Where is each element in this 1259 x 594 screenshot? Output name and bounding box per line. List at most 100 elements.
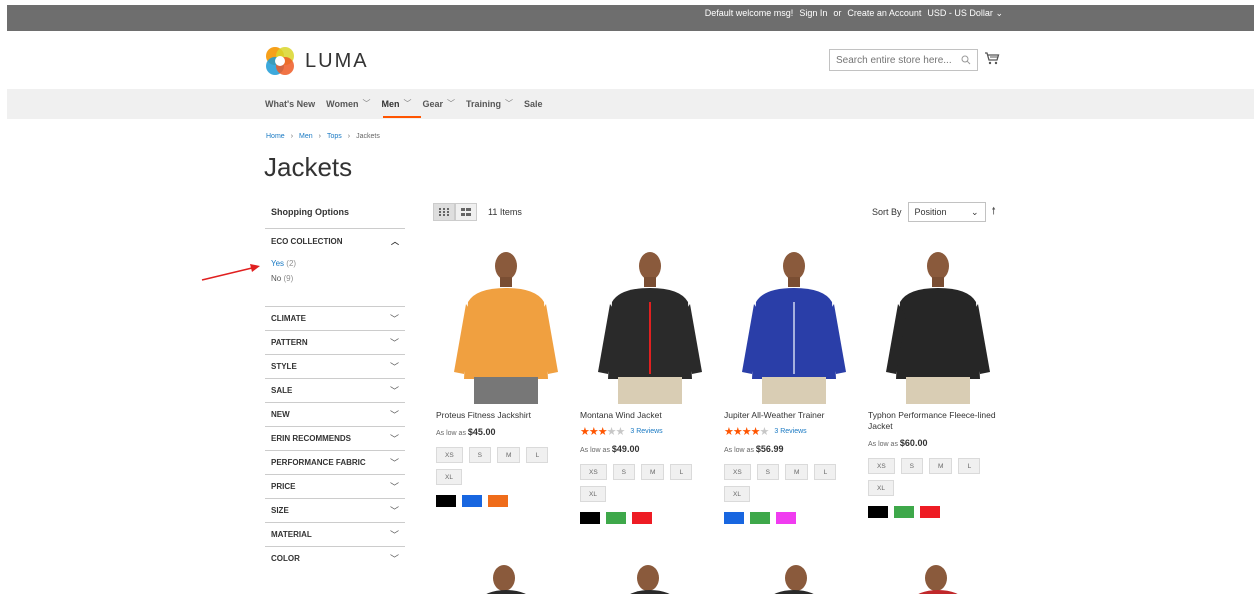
filter-label: SALE xyxy=(271,386,293,395)
panel-links: Default welcome msg! Sign In or Create a… xyxy=(705,8,1003,19)
cart-icon[interactable] xyxy=(984,50,1000,66)
sort-direction-icon[interactable]: 🠕 xyxy=(992,204,996,221)
filter-size[interactable]: SIZE ﹀ xyxy=(265,498,405,522)
nav-item-women[interactable]: Women ﹀ xyxy=(326,98,370,109)
product-price: As low as $45.00 xyxy=(436,427,576,437)
size-swatches: XS S M L XL xyxy=(580,464,700,502)
size-option[interactable]: XS xyxy=(868,458,895,474)
filter-performance-fabric[interactable]: PERFORMANCE FABRIC ﹀ xyxy=(265,450,405,474)
breadcrumb-men[interactable]: Men xyxy=(299,133,313,140)
filter-color[interactable]: COLOR ﹀ xyxy=(265,546,405,570)
product-image-next-row[interactable] xyxy=(868,562,1008,594)
size-option[interactable]: M xyxy=(785,464,809,480)
color-option[interactable] xyxy=(724,512,744,524)
size-option[interactable]: XS xyxy=(724,464,751,480)
size-option[interactable]: S xyxy=(756,464,780,480)
filter-pattern[interactable]: PATTERN ﹀ xyxy=(265,330,405,354)
filter-price[interactable]: PRICE ﹀ xyxy=(265,474,405,498)
reviews-link[interactable]: 3 Reviews xyxy=(774,428,806,435)
breadcrumb-home[interactable]: Home xyxy=(266,133,285,140)
search-input[interactable] xyxy=(836,54,958,66)
product-image-next-row[interactable] xyxy=(580,562,720,594)
filter-climate[interactable]: CLIMATE ﹀ xyxy=(265,306,405,330)
rating-stars: ★★★★★ xyxy=(724,425,770,438)
option-count: (2) xyxy=(286,259,297,268)
size-option[interactable]: L xyxy=(670,464,693,480)
filter-eco-collection-header[interactable]: ECO COLLECTION ︿ xyxy=(271,229,399,253)
size-option[interactable]: XL xyxy=(436,469,462,485)
product-image-next-row[interactable] xyxy=(724,562,864,594)
nav-item-men[interactable]: Men ﹀ xyxy=(382,98,412,109)
product-name-link[interactable]: Jupiter All-Weather Trainer xyxy=(724,410,864,421)
color-option[interactable] xyxy=(920,506,940,518)
filter-new[interactable]: NEW ﹀ xyxy=(265,402,405,426)
filter-material[interactable]: MATERIAL ﹀ xyxy=(265,522,405,546)
nav-item-sale[interactable]: Sale xyxy=(524,98,543,109)
color-option[interactable] xyxy=(580,512,600,524)
size-option[interactable]: XL xyxy=(580,486,606,502)
size-option[interactable]: M xyxy=(497,447,521,463)
color-option[interactable] xyxy=(750,512,770,524)
size-option[interactable]: L xyxy=(958,458,981,474)
color-swatches xyxy=(580,512,720,524)
product-name-link[interactable]: Proteus Fitness Jackshirt xyxy=(436,410,576,421)
product-photo[interactable] xyxy=(580,244,720,404)
sort-select[interactable]: Position ⌄ xyxy=(907,202,986,222)
filter-option-yes[interactable]: Yes (2) xyxy=(271,259,399,268)
product-image[interactable] xyxy=(724,244,864,404)
size-option[interactable]: L xyxy=(526,447,549,463)
color-option[interactable] xyxy=(632,512,652,524)
color-option[interactable] xyxy=(462,495,482,507)
nav-item-gear[interactable]: Gear ﹀ xyxy=(423,98,456,109)
color-option[interactable] xyxy=(436,495,456,507)
size-option[interactable]: XS xyxy=(580,464,607,480)
sign-in-link[interactable]: Sign In xyxy=(799,8,827,19)
filter-option-no[interactable]: No (9) xyxy=(271,274,399,283)
color-option[interactable] xyxy=(776,512,796,524)
product-image-next-row[interactable] xyxy=(436,562,576,594)
product-image[interactable] xyxy=(868,244,1008,404)
product-card: Proteus Fitness Jackshirt As low as $45.0… xyxy=(436,244,576,507)
color-option[interactable] xyxy=(894,506,914,518)
size-option[interactable]: S xyxy=(468,447,492,463)
filter-style[interactable]: STYLE ﹀ xyxy=(265,354,405,378)
size-option[interactable]: M xyxy=(929,458,953,474)
currency-switcher[interactable]: USD - US Dollar ⌄ xyxy=(927,8,1003,19)
logo[interactable]: LUMA xyxy=(264,46,369,76)
reviews-link[interactable]: 3 Reviews xyxy=(630,428,662,435)
product-photo[interactable] xyxy=(436,244,576,404)
search-icon[interactable] xyxy=(961,55,971,65)
size-swatches: XS S M L XL xyxy=(724,464,844,502)
nav-item-training[interactable]: Training ﹀ xyxy=(466,98,513,109)
product-photo[interactable] xyxy=(868,244,1008,404)
color-option[interactable] xyxy=(868,506,888,518)
breadcrumb-tops[interactable]: Tops xyxy=(327,133,342,140)
filter-sale[interactable]: SALE ﹀ xyxy=(265,378,405,402)
star-icon: ★ xyxy=(580,426,590,438)
star-icon: ★ xyxy=(724,426,734,438)
search-box[interactable] xyxy=(829,49,978,71)
size-option[interactable]: XS xyxy=(436,447,463,463)
filter-erin-recommends[interactable]: ERIN RECOMMENDS ﹀ xyxy=(265,426,405,450)
view-mode-switcher xyxy=(433,203,477,221)
size-option[interactable]: S xyxy=(612,464,636,480)
nav-item-whats-new[interactable]: What's New xyxy=(265,98,315,109)
color-option[interactable] xyxy=(606,512,626,524)
size-option[interactable]: M xyxy=(641,464,665,480)
product-photo[interactable] xyxy=(724,244,864,404)
product-name-link[interactable]: Montana Wind Jacket xyxy=(580,410,720,421)
or-text: or xyxy=(833,8,842,18)
size-option[interactable]: XL xyxy=(868,480,894,496)
grid-mode-button[interactable] xyxy=(433,203,455,221)
color-option[interactable] xyxy=(488,495,508,507)
chevron-down-icon: ﹀ xyxy=(389,386,399,396)
product-image[interactable] xyxy=(580,244,720,404)
product-image[interactable] xyxy=(436,244,576,404)
product-name-link[interactable]: Typhon Performance Fleece-lined Jacket xyxy=(868,410,1008,432)
size-option[interactable]: S xyxy=(900,458,924,474)
star-icon: ★ xyxy=(759,426,770,438)
size-option[interactable]: L xyxy=(814,464,837,480)
list-mode-button[interactable] xyxy=(455,203,477,221)
size-option[interactable]: XL xyxy=(724,486,750,502)
create-account-link[interactable]: Create an Account xyxy=(847,8,921,19)
